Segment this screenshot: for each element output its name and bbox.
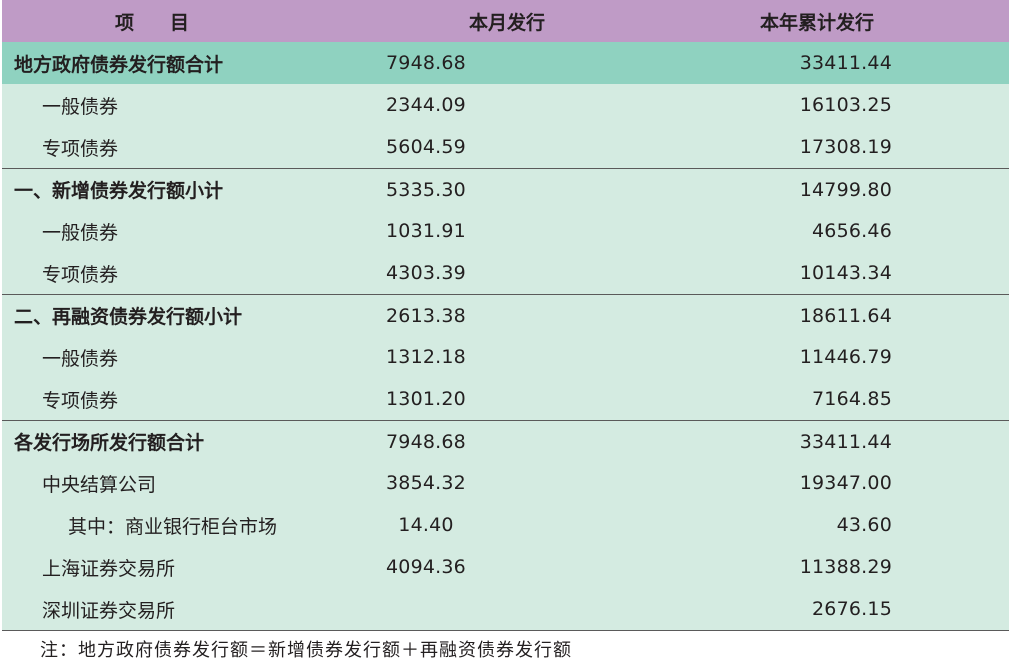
row-month: 7948.68: [386, 52, 466, 74]
table-row: 上海证券交易所 4094.36 11388.29: [2, 546, 1009, 588]
table-footnote: 注：地方政府债券发行额＝新增债券发行额＋再融资债券发行额: [40, 640, 572, 661]
table-row: 深圳证券交易所 2676.15: [2, 588, 1009, 630]
row-label: 深圳证券交易所: [42, 599, 176, 622]
row-year: 19347.00: [799, 472, 892, 494]
row-year: 18611.64: [799, 304, 892, 327]
row-year: 33411.44: [799, 52, 892, 74]
row-month: 5335.30: [386, 178, 466, 201]
row-label: 中央结算公司: [42, 473, 157, 496]
row-label: 上海证券交易所: [42, 557, 176, 580]
row-label: 地方政府债券发行额合计: [14, 53, 224, 76]
row-year: 16103.25: [799, 94, 892, 116]
row-label: 一般债券: [42, 95, 119, 118]
table-row: 一般债券 1312.18 11446.79: [2, 336, 1009, 378]
row-month: [302, 588, 550, 630]
table-row: 各发行场所发行额合计 7948.68 33411.44: [2, 420, 1009, 462]
row-month: 3854.32: [386, 472, 466, 494]
row-year: 11446.79: [799, 346, 892, 368]
bond-issuance-table: 项目 本月发行 本年累计发行 地方政府债券发行额合计 7948.68 33411…: [2, 0, 1009, 630]
table-row: 一、新增债券发行额小计 5335.30 14799.80: [2, 168, 1009, 210]
table-row: 地方政府债券发行额合计 7948.68 33411.44: [2, 42, 1009, 84]
row-month: 1301.20: [386, 388, 466, 410]
row-month: 4094.36: [386, 556, 466, 578]
row-year: 11388.29: [799, 556, 892, 578]
table-bottom-rule: [2, 630, 1009, 631]
row-label: 专项债券: [42, 263, 119, 286]
row-year: 43.60: [836, 514, 892, 536]
row-month: 1031.91: [386, 220, 466, 242]
table-row: 二、再融资债券发行额小计 2613.38 18611.64: [2, 294, 1009, 336]
row-label: 专项债券: [42, 389, 119, 412]
row-month: 1312.18: [386, 346, 466, 368]
table-row: 一般债券 2344.09 16103.25: [2, 84, 1009, 126]
header-item-char-1: 项: [114, 11, 134, 34]
row-label: 一般债券: [42, 347, 119, 370]
header-year: 本年累计发行: [759, 11, 874, 34]
row-year: 17308.19: [799, 136, 892, 158]
row-label: 专项债券: [42, 137, 119, 160]
row-month: 4303.39: [386, 262, 466, 284]
row-label: 各发行场所发行额合计: [14, 432, 205, 454]
header-item-char-2: 目: [170, 11, 190, 34]
row-label: 一、新增债券发行额小计: [14, 180, 224, 202]
table-row: 专项债券 5604.59 17308.19: [2, 126, 1009, 168]
row-year: 33411.44: [799, 430, 892, 453]
row-year: 2676.15: [812, 598, 892, 620]
row-year: 10143.34: [799, 262, 892, 284]
table-header: 项目 本月发行 本年累计发行: [2, 0, 1009, 42]
table-row: 中央结算公司 3854.32 19347.00: [2, 462, 1009, 504]
row-year: 7164.85: [812, 388, 892, 410]
header-item: 项目: [2, 0, 302, 42]
table-row: 其中：商业银行柜台市场 14.40 43.60: [2, 504, 1009, 546]
table-row: 专项债券 1301.20 7164.85: [2, 378, 1009, 420]
table-row: 一般债券 1031.91 4656.46: [2, 210, 1009, 252]
row-year: 4656.46: [812, 220, 892, 242]
row-label: 一般债券: [42, 221, 119, 244]
row-label: 二、再融资债券发行额小计: [14, 306, 243, 328]
row-year: 14799.80: [799, 178, 892, 201]
row-month: 2613.38: [386, 304, 466, 327]
row-month: 7948.68: [386, 430, 466, 453]
row-month: 14.40: [398, 514, 454, 536]
header-month: 本月发行: [468, 11, 545, 34]
row-month: 5604.59: [386, 136, 466, 158]
table-row: 专项债券 4303.39 10143.34: [2, 252, 1009, 294]
row-month: 2344.09: [386, 94, 466, 116]
